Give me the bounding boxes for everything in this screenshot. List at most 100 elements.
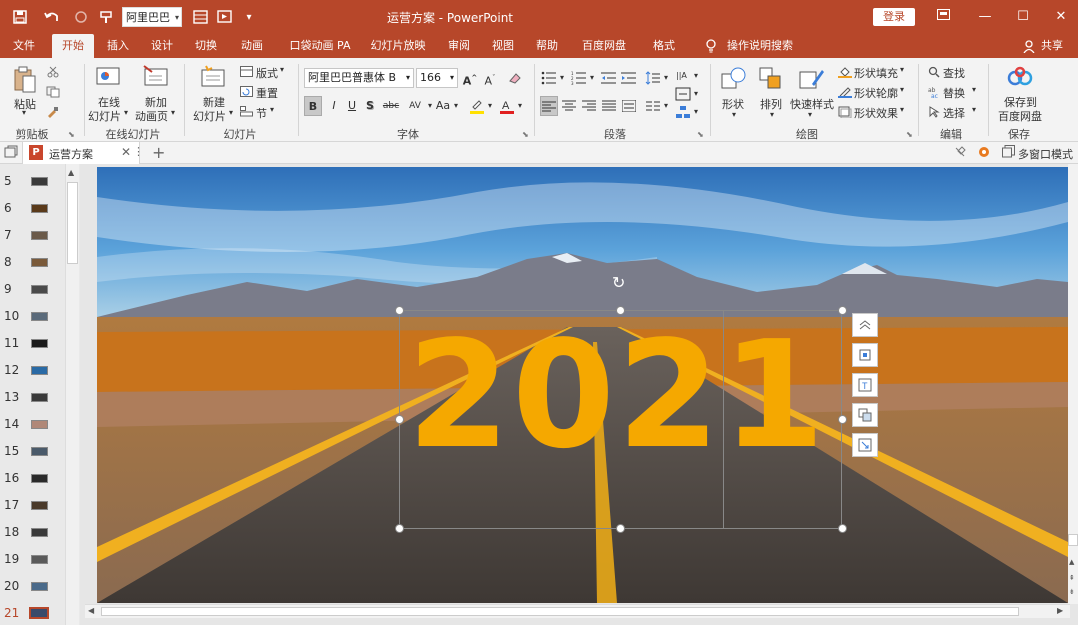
gear-icon[interactable] <box>977 145 991 159</box>
resize-handle[interactable] <box>616 524 625 533</box>
quick-styles-icon[interactable] <box>798 66 826 92</box>
slide-thumbnail[interactable] <box>31 447 48 456</box>
font-size-dropdown[interactable]: 166 ▾ <box>416 68 458 88</box>
align-left-icon[interactable] <box>540 96 558 116</box>
shape-format-icon[interactable] <box>852 403 878 427</box>
minimize-icon[interactable]: — <box>970 6 1000 28</box>
change-case-button[interactable]: Aa <box>434 96 452 116</box>
slide-thumbnail[interactable] <box>29 607 49 619</box>
slide-thumbnail[interactable] <box>31 393 48 402</box>
pin-icon[interactable] <box>953 145 967 159</box>
tab-insert[interactable]: 插入 <box>100 34 136 58</box>
dialog-launcher-icon[interactable]: ⬊ <box>697 130 704 139</box>
tab-baidu-netdisk[interactable]: 百度网盘 <box>574 34 634 58</box>
scrollbar-thumb[interactable] <box>1068 534 1078 546</box>
resize-handle[interactable] <box>395 524 404 533</box>
font-color-icon[interactable]: A <box>498 96 516 116</box>
dialog-launcher-icon[interactable]: ⬊ <box>68 130 75 139</box>
resize-object-icon[interactable] <box>852 433 878 457</box>
reset-icon[interactable] <box>240 86 253 97</box>
cursor-icon[interactable] <box>928 106 940 118</box>
layout-icon[interactable] <box>240 66 253 77</box>
layout-options-icon[interactable] <box>852 343 878 367</box>
italic-button[interactable]: I <box>326 96 342 116</box>
tab-animations[interactable]: 动画 <box>232 34 272 58</box>
brush-icon[interactable] <box>46 106 60 118</box>
slide-thumbnail[interactable] <box>31 177 48 186</box>
tab-home[interactable]: 开始 <box>52 34 94 58</box>
slide-canvas[interactable]: 2021 ↻ T <box>97 167 1068 603</box>
replace-button[interactable]: 替换 <box>943 85 965 101</box>
year-text[interactable]: 2021 <box>407 315 827 475</box>
arrange-icon[interactable] <box>758 66 784 92</box>
tab-view[interactable]: 视图 <box>486 34 520 58</box>
thumbnail-scrollbar[interactable]: ▲ <box>65 164 79 625</box>
select-button[interactable]: 选择 <box>943 105 965 121</box>
scroll-left-icon[interactable]: ◀ <box>88 606 94 615</box>
new-animation-label-2[interactable]: 动画页 <box>135 108 168 124</box>
columns-icon[interactable] <box>644 96 662 116</box>
slide-thumbnail[interactable] <box>31 339 48 348</box>
numbering-icon[interactable]: 123 <box>570 68 588 88</box>
decrease-indent-icon[interactable] <box>600 68 618 88</box>
share-button[interactable]: 共享 <box>1038 34 1066 58</box>
bullets-icon[interactable] <box>540 68 558 88</box>
online-slides-label-2[interactable]: 幻灯片 <box>88 108 121 124</box>
replace-icon[interactable]: ab ac <box>928 86 940 100</box>
highlight-icon[interactable] <box>468 96 486 116</box>
slide-thumbnail[interactable] <box>31 285 48 294</box>
maximize-icon[interactable]: ☐ <box>1008 6 1038 28</box>
tell-me-search[interactable]: 操作说明搜索 <box>724 34 796 58</box>
multiwindow-button[interactable]: 多窗口模式 <box>1018 146 1073 162</box>
increase-indent-icon[interactable] <box>620 68 638 88</box>
scroll-up-icon[interactable]: ▲ <box>1069 558 1074 566</box>
distribute-icon[interactable] <box>620 96 638 116</box>
slide-thumbnail[interactable] <box>31 366 48 375</box>
shape-effects-button[interactable]: 形状效果 <box>854 105 898 121</box>
text-format-icon[interactable]: T <box>852 373 878 397</box>
prev-slide-icon[interactable]: ⇞ <box>1069 574 1075 582</box>
tab-pocket-animation[interactable]: 口袋动画 PA <box>284 34 356 58</box>
horizontal-scrollbar[interactable]: ◀ ▶ <box>85 604 1070 618</box>
resize-handle[interactable] <box>616 306 625 315</box>
slide-thumbnail[interactable] <box>31 204 48 213</box>
slide-thumbnail[interactable] <box>31 582 48 591</box>
decrease-font-icon[interactable]: Aˇ <box>482 68 498 88</box>
tab-transitions[interactable]: 切换 <box>188 34 224 58</box>
increase-font-icon[interactable]: A^ <box>462 68 478 88</box>
shape-outline-button[interactable]: 形状轮廓 <box>854 85 898 101</box>
dialog-launcher-icon[interactable]: ⬊ <box>906 130 913 139</box>
slide-thumbnail[interactable] <box>31 528 48 537</box>
resize-handle[interactable] <box>395 306 404 315</box>
reset-button[interactable]: 重置 <box>256 85 278 101</box>
scrollbar-thumb[interactable] <box>67 182 78 264</box>
shape-fill-icon[interactable] <box>838 66 852 78</box>
slide-thumbnail[interactable] <box>31 258 48 267</box>
slide-thumbnail[interactable] <box>31 231 48 240</box>
ribbon-display-icon[interactable] <box>928 6 958 28</box>
save-to-baidu-label-2[interactable]: 百度网盘 <box>998 108 1042 124</box>
baidu-cloud-icon[interactable] <box>1006 66 1034 90</box>
char-spacing-button[interactable]: AV <box>404 96 426 116</box>
resize-handle[interactable] <box>838 415 847 424</box>
text-direction-icon[interactable]: ||A <box>674 66 692 86</box>
shapes-icon[interactable] <box>720 66 748 92</box>
tab-format[interactable]: 格式 <box>646 34 682 58</box>
smartart-icon[interactable] <box>674 102 692 122</box>
new-slide-icon[interactable] <box>200 64 228 88</box>
resize-handle[interactable] <box>838 306 847 315</box>
rotate-handle-icon[interactable]: ↻ <box>612 273 630 292</box>
align-center-icon[interactable] <box>560 96 578 116</box>
login-button[interactable]: 登录 <box>873 8 915 26</box>
underline-button[interactable]: U <box>344 96 360 116</box>
online-slides-icon[interactable] <box>96 66 122 88</box>
tab-design[interactable]: 设计 <box>144 34 180 58</box>
slide-thumbnail[interactable] <box>31 555 48 564</box>
find-button[interactable]: 查找 <box>943 65 965 81</box>
shadow-button[interactable]: S <box>362 96 378 116</box>
font-family-dropdown[interactable]: 阿里巴巴普惠体 B ▾ <box>304 68 414 88</box>
slide-thumbnail[interactable] <box>31 312 48 321</box>
slide-thumbnail[interactable] <box>31 474 48 483</box>
next-slide-icon[interactable]: ⇟ <box>1069 588 1075 596</box>
shape-outline-icon[interactable] <box>838 86 852 99</box>
